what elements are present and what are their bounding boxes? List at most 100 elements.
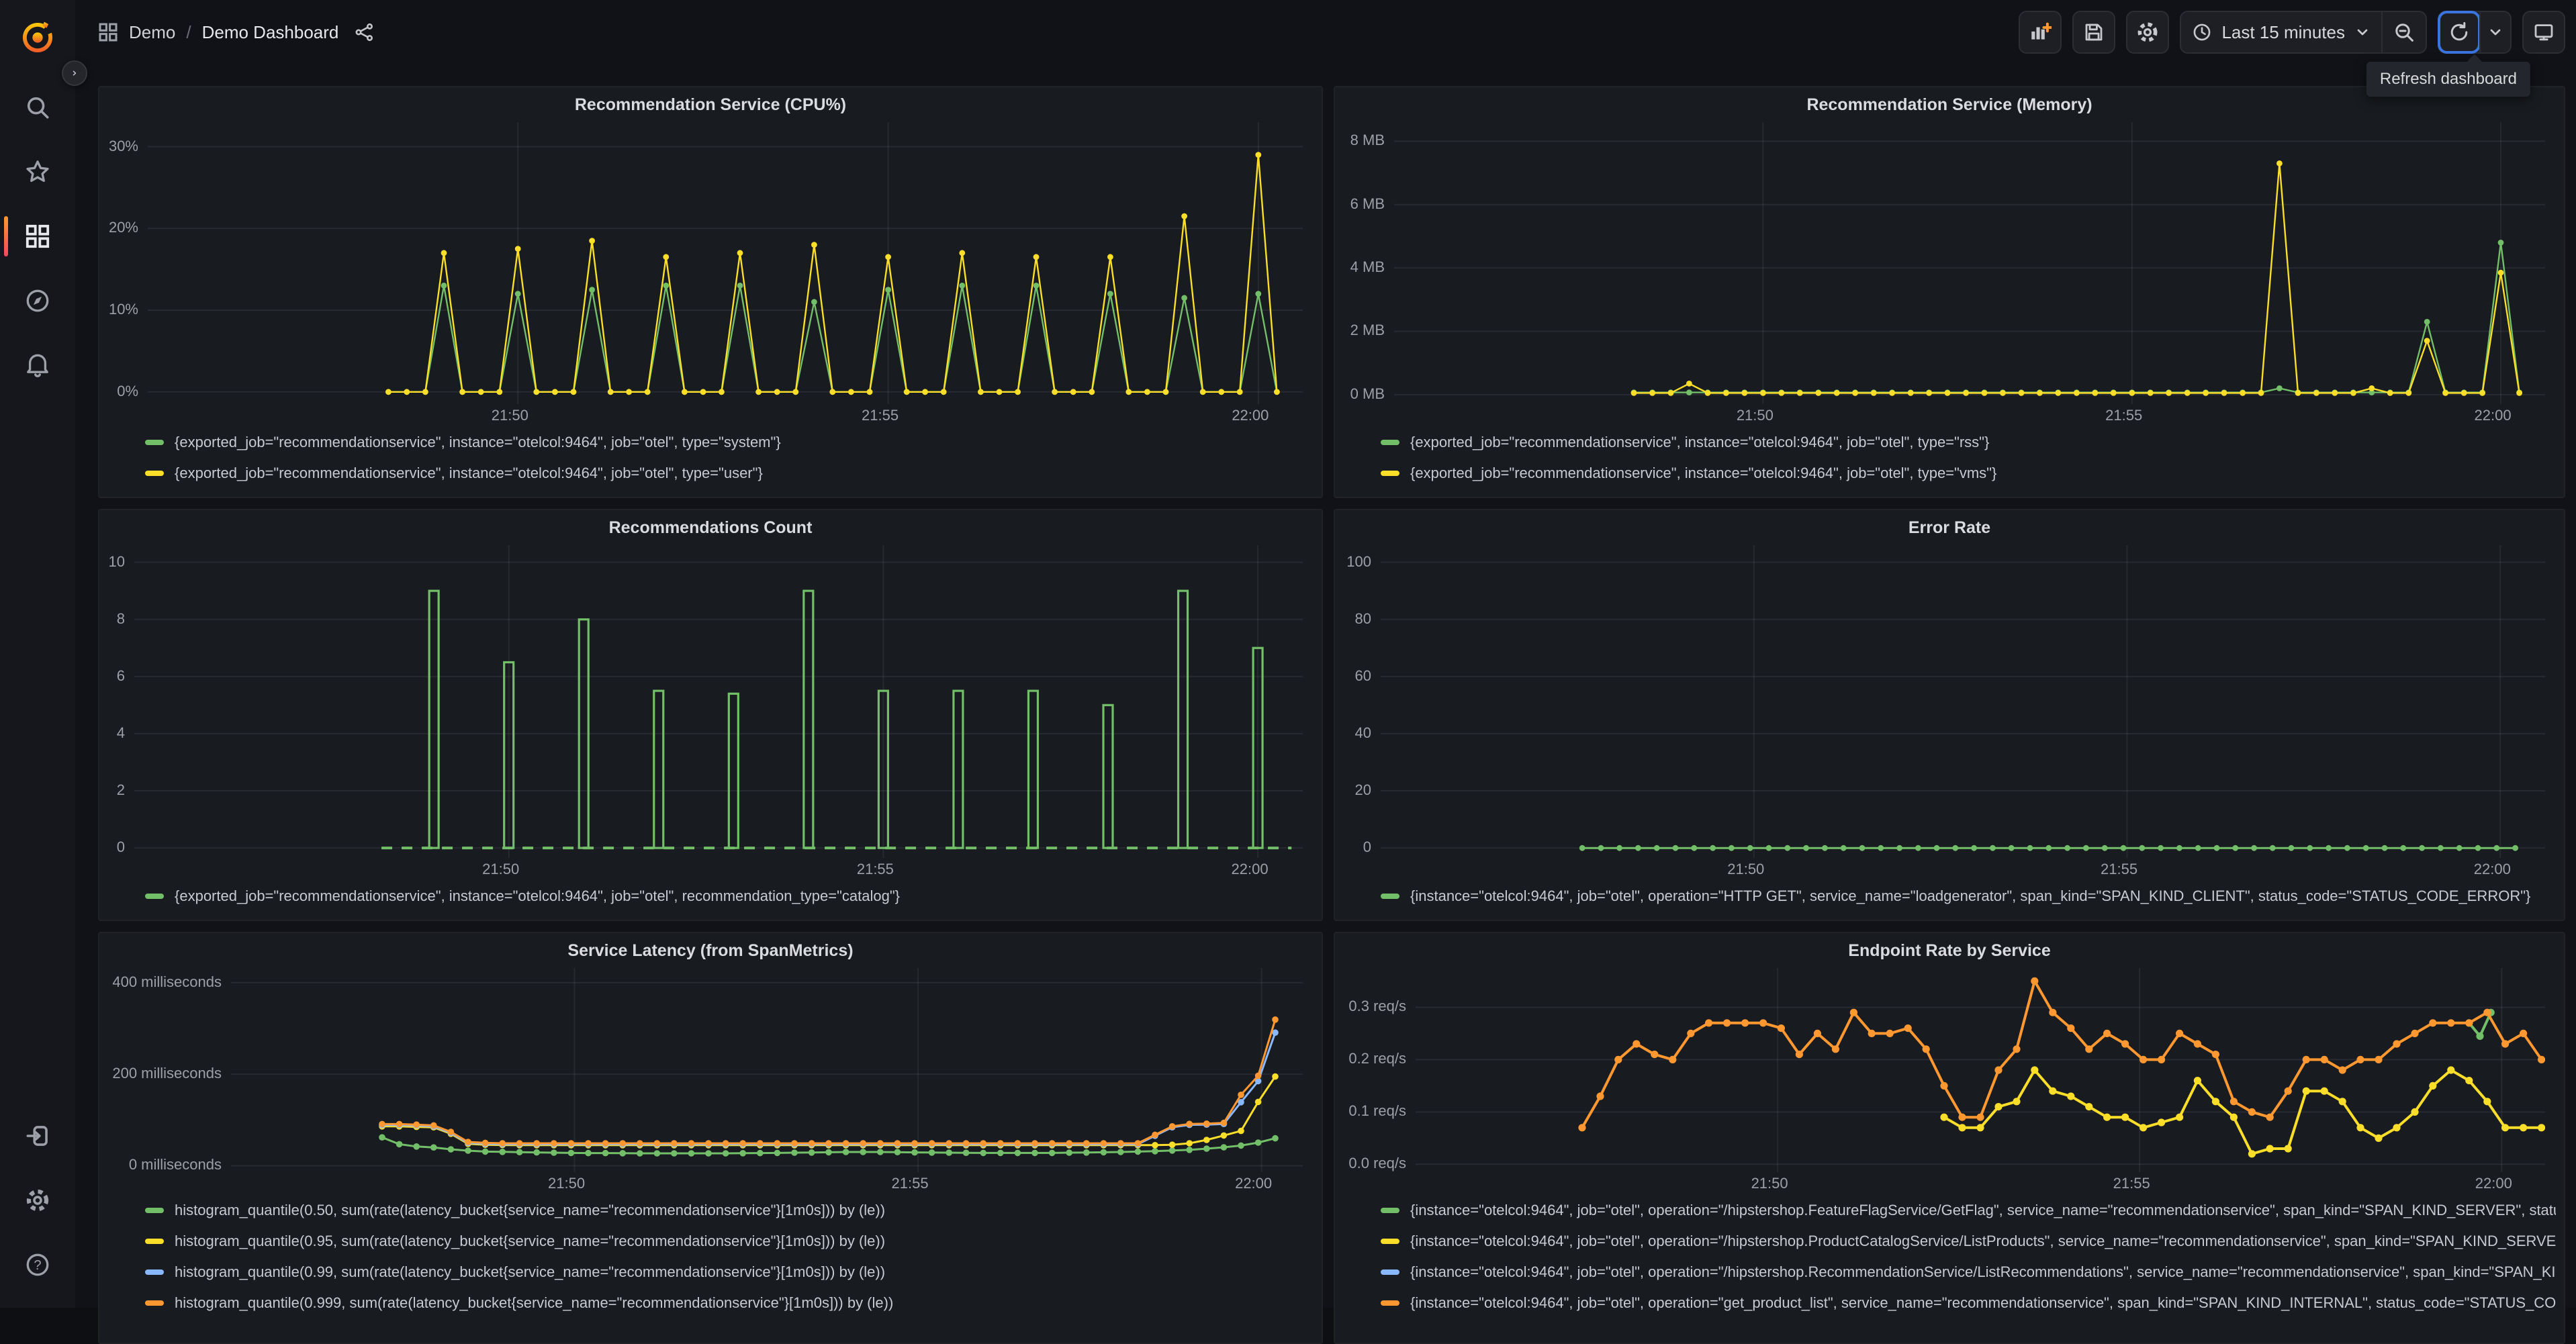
active-indicator	[4, 216, 8, 256]
y-tick-label: 200 milliseconds	[112, 1065, 222, 1082]
legend-label: {exported_job="recommendationservice", i…	[175, 887, 901, 904]
sidebar-item-explore[interactable]	[0, 269, 75, 333]
y-tick-label: 0%	[117, 382, 138, 399]
panel-recommendation-service-memory: Recommendation Service (Memory) 0 MB 2 MB 4…	[1334, 86, 2565, 498]
cycle-view-mode-button[interactable]	[2522, 11, 2565, 54]
legend-swatch-icon	[1381, 471, 1399, 476]
legend-item[interactable]: {exported_job="recommendationservice", i…	[145, 427, 1314, 458]
legend-item[interactable]: {instance="otelcol:9464", job="otel", op…	[1381, 1288, 2556, 1318]
panel-recommendation-service-cpu: Recommendation Service (CPU%) 0% 10% 20% 30%…	[98, 86, 1323, 498]
y-axis: 0 2 4 6 8 10	[107, 545, 134, 858]
refresh-interval-dropdown[interactable]	[2479, 12, 2510, 52]
legend-swatch-icon	[1381, 1300, 1399, 1306]
panel-header[interactable]: Service Latency (from SpanMetrics)	[107, 933, 1314, 968]
panel-header[interactable]: Recommendation Service (CPU%)	[107, 87, 1314, 122]
zoom-out-icon	[2395, 23, 2413, 42]
y-tick-label: 2	[116, 781, 125, 798]
legend-item[interactable]: {exported_job="recommendationservice", i…	[145, 458, 1314, 489]
panel-title[interactable]: Service Latency (from SpanMetrics)	[567, 941, 853, 961]
sidebar-item-sign-in[interactable]	[0, 1104, 75, 1168]
panel-title[interactable]: Recommendations Count	[609, 518, 813, 538]
chart-svg	[148, 122, 1303, 404]
legend-item[interactable]: {exported_job="recommendationservice", i…	[1381, 458, 2556, 489]
legend-label: histogram_quantile(0.99, sum(rate(latenc…	[175, 1263, 886, 1280]
legend-item[interactable]: {exported_job="recommendationservice", i…	[1381, 427, 2556, 458]
bell-icon	[25, 352, 50, 378]
sidebar-item-starred[interactable]	[0, 140, 75, 204]
legend-swatch-icon	[145, 1208, 164, 1213]
x-tick-label: 21:50	[1751, 1175, 1788, 1192]
sidebar-item-help[interactable]: ?	[0, 1233, 75, 1297]
time-range-picker[interactable]: Last 15 minutes	[2181, 12, 2381, 52]
legend-item[interactable]: {exported_job="recommendationservice", i…	[145, 881, 1314, 912]
y-tick-label: 30%	[108, 137, 138, 154]
chart-plot[interactable]	[231, 968, 1303, 1172]
panel-header[interactable]: Error Rate	[1343, 510, 2556, 545]
clock-icon	[2194, 23, 2211, 41]
panel-recommendations-count: Recommendations Count 0 2 4 6 8 10 21:50 21:55 22…	[98, 509, 1323, 921]
y-axis: 0 milliseconds 200 milliseconds 400 millis…	[107, 968, 231, 1173]
y-tick-label: 4 MB	[1350, 258, 1385, 276]
legend-label: histogram_quantile(0.999, sum(rate(laten…	[175, 1294, 894, 1311]
y-tick-label: 60	[1354, 667, 1371, 684]
sidebar-item-configuration[interactable]	[0, 1168, 75, 1233]
sidebar-item-alerting[interactable]	[0, 333, 75, 397]
x-tick-label: 22:00	[1235, 1175, 1273, 1192]
chevron-down-icon	[2357, 29, 2368, 36]
share-icon[interactable]	[355, 22, 375, 42]
legend-item[interactable]: {instance="otelcol:9464", job="otel", op…	[1381, 1257, 2556, 1288]
breadcrumb-page[interactable]: Demo Dashboard	[202, 22, 339, 43]
refresh-icon	[2450, 21, 2468, 41]
chart-svg	[1394, 122, 2545, 404]
chart-plot[interactable]	[134, 545, 1303, 858]
panel-title[interactable]: Endpoint Rate by Service	[1848, 941, 2050, 961]
legend-item[interactable]: {instance="otelcol:9464", job="otel", op…	[1381, 1226, 2556, 1257]
add-panel-button[interactable]	[2019, 11, 2062, 54]
legend-item[interactable]: {instance="otelcol:9464", job="otel", op…	[1381, 1195, 2556, 1226]
legend-item[interactable]: histogram_quantile(0.95, sum(rate(latenc…	[145, 1226, 1314, 1257]
monitor-icon	[2534, 24, 2553, 41]
save-dashboard-button[interactable]	[2072, 11, 2116, 54]
x-tick-label: 21:55	[2105, 407, 2143, 424]
legend-swatch-icon	[145, 1239, 164, 1244]
grafana-logo[interactable]	[0, 0, 75, 75]
x-tick-label: 21:55	[2101, 861, 2138, 877]
legend-item[interactable]: {instance="otelcol:9464", job="otel", op…	[1381, 881, 2556, 912]
sidebar-item-dashboards[interactable]	[0, 204, 75, 269]
chart-plot[interactable]	[1416, 968, 2545, 1172]
x-tick-label: 21:50	[491, 407, 528, 424]
chart-plot[interactable]	[1381, 545, 2545, 858]
sign-in-icon	[25, 1123, 50, 1149]
x-axis: 21:50 21:55 22:00	[107, 858, 1314, 881]
x-tick-label: 21:55	[2113, 1175, 2150, 1192]
legend: {exported_job="recommendationservice", i…	[1343, 427, 2556, 489]
chart-plot[interactable]	[1394, 122, 2545, 404]
y-tick-label: 0.1 req/s	[1348, 1102, 1406, 1120]
breadcrumb-section[interactable]: Demo	[129, 22, 175, 43]
chart-plot[interactable]	[148, 122, 1303, 404]
legend-label: {instance="otelcol:9464", job="otel", op…	[1410, 887, 2531, 904]
panel-title[interactable]: Recommendation Service (CPU%)	[575, 95, 846, 115]
panel-header[interactable]: Endpoint Rate by Service	[1343, 933, 2556, 968]
panel-header[interactable]: Recommendations Count	[107, 510, 1314, 545]
panel-title[interactable]: Recommendation Service (Memory)	[1806, 95, 2092, 115]
sidebar-expand-button[interactable]	[62, 60, 87, 86]
dashboard-settings-button[interactable]	[2126, 11, 2170, 54]
legend-swatch-icon	[1381, 1239, 1399, 1244]
legend-item[interactable]: histogram_quantile(0.50, sum(rate(latenc…	[145, 1195, 1314, 1226]
zoom-out-button[interactable]	[2383, 12, 2426, 52]
gear-icon	[25, 1188, 50, 1213]
legend-item[interactable]: histogram_quantile(0.999, sum(rate(laten…	[145, 1288, 1314, 1318]
time-range-label: Last 15 minutes	[2221, 21, 2345, 42]
x-tick-label: 22:00	[2475, 1175, 2512, 1192]
sidebar-item-search[interactable]	[0, 75, 75, 140]
panel-title[interactable]: Error Rate	[1908, 518, 1990, 538]
panel-endpoint-rate-by-service: Endpoint Rate by Service 0.0 req/s 0.1 req…	[1334, 932, 2565, 1344]
y-tick-label: 10%	[108, 301, 138, 318]
refresh-dashboard-button[interactable]	[2438, 11, 2481, 54]
legend-item[interactable]: histogram_quantile(0.99, sum(rate(latenc…	[145, 1257, 1314, 1288]
chart-svg	[1416, 968, 2545, 1172]
x-axis: 21:50 21:55 22:00	[1343, 404, 2556, 427]
legend-label: {instance="otelcol:9464", job="otel", op…	[1410, 1263, 2556, 1280]
y-tick-label: 0	[1363, 838, 1371, 856]
